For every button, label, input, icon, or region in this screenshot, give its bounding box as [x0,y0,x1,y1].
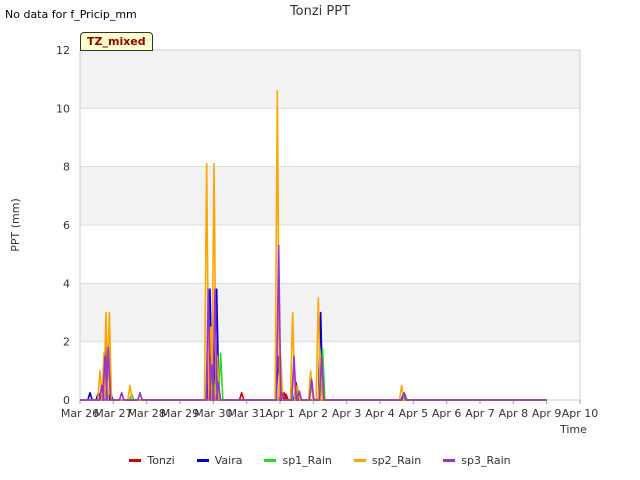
legend-swatch [443,459,456,462]
grid-band [80,50,580,109]
legend-label: sp1_Rain [282,454,332,467]
x-tick-label: Apr 7 [465,407,495,420]
legend-item-sp2-rain: sp2_Rain [353,454,422,467]
legend-swatch [264,459,277,462]
legend-label: sp3_Rain [461,454,511,467]
series-line-sp2-rain [80,90,547,401]
y-tick-label: 10 [56,102,70,115]
tz-mixed-badge: TZ_mixed [80,32,153,51]
legend-item-vaira: Vaira [196,454,243,467]
grid-band [80,166,580,225]
y-axis-label: PPT (mm) [9,198,22,252]
y-tick-label: 4 [63,277,70,290]
legend-item-sp1-rain: sp1_Rain [264,454,332,467]
x-tick-label: Apr 1 [265,407,295,420]
legend-label: sp2_Rain [371,454,422,467]
x-axis-label: Time [559,423,587,436]
legend-label: Tonzi [147,454,175,467]
y-tick-label: 12 [56,44,70,57]
y-tick-label: 0 [63,394,70,407]
y-tick-label: 8 [63,161,70,174]
grid-band [80,283,580,342]
legend-swatch [196,459,209,462]
legend-item-tonzi: Tonzi [129,454,175,467]
x-tick-label: Apr 9 [532,407,562,420]
y-tick-label: 2 [63,336,70,349]
ppt-chart: 024681012 Mar 26Mar 27Mar 28Mar 29Mar 30… [9,44,599,436]
x-tick-label: Apr 4 [365,407,395,420]
x-tick-label: Apr 10 [562,407,599,420]
x-tick-label: Mar 31 [228,407,266,420]
x-tick-label: Apr 5 [399,407,429,420]
x-tick-label: Apr 3 [332,407,362,420]
chart-legend: Tonzi Vaira sp1_Rain sp2_Rain sp3_Rain [0,454,640,467]
legend-swatch [129,459,142,462]
legend-item-sp3-rain: sp3_Rain [443,454,511,467]
x-tick-label: Apr 8 [499,407,529,420]
legend-swatch [353,459,366,462]
legend-label: Vaira [214,454,243,467]
y-tick-label: 6 [63,219,70,232]
x-tick-label: Apr 6 [432,407,462,420]
x-tick-label: Apr 2 [299,407,329,420]
